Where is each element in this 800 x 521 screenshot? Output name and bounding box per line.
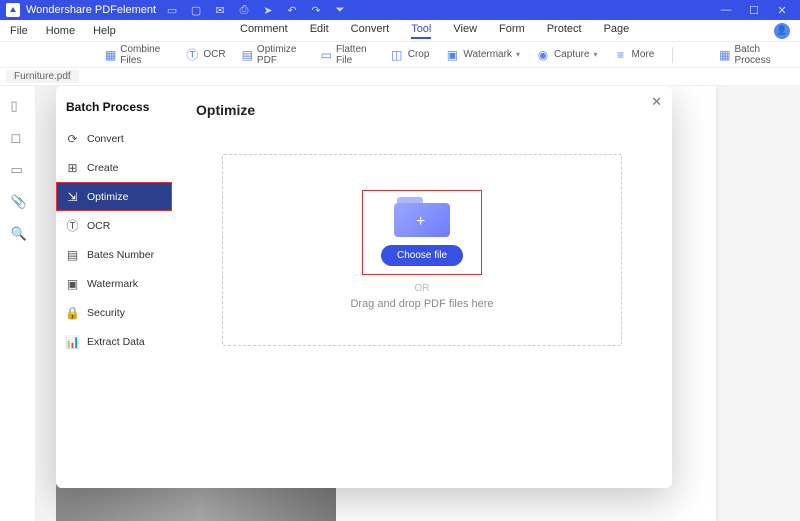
titlebar: Wondershare PDFelement ▭ ▢ ✉ ⎙ ➤ ↶ ↷ ⏷ —… <box>0 0 800 20</box>
sidebar-item-optimize[interactable]: ⇲Optimize <box>56 182 172 211</box>
optimize-icon: ▤ <box>242 48 253 62</box>
menu-home[interactable]: Home <box>46 25 75 37</box>
minimize-icon[interactable]: — <box>718 2 734 18</box>
menu-page[interactable]: Page <box>604 23 630 39</box>
left-panel: ▯ ◻ ▭ 📎 🔍 <box>0 86 36 521</box>
tool-crop[interactable]: ◫Crop <box>384 46 436 64</box>
batch-sidebar-title: Batch Process <box>56 96 172 124</box>
tool-flatten-file[interactable]: ▭Flatten File <box>315 42 380 68</box>
upload-highlight: + Choose file <box>362 190 482 275</box>
lock-icon: 🔒 <box>66 306 79 319</box>
menu-protect[interactable]: Protect <box>547 23 582 39</box>
menu-file[interactable]: File <box>10 25 28 37</box>
menubar: File Home Help Comment Edit Convert Tool… <box>0 20 800 42</box>
dropzone[interactable]: + Choose file or Drag and drop PDF files… <box>222 154 622 346</box>
undo-icon[interactable]: ↶ <box>284 2 300 18</box>
customize-icon[interactable]: ⏷ <box>332 2 348 18</box>
tool-batch-process[interactable]: ▦Batch Process <box>713 42 790 68</box>
user-avatar-icon[interactable]: 👤 <box>774 23 790 39</box>
capture-icon: ◉ <box>536 48 550 62</box>
combine-icon: ▦ <box>105 48 116 62</box>
save-icon[interactable]: ▢ <box>188 2 204 18</box>
menu-tool[interactable]: Tool <box>411 23 431 39</box>
menu-convert[interactable]: Convert <box>351 23 390 39</box>
print-icon[interactable]: ⎙ <box>236 2 252 18</box>
drag-hint: Drag and drop PDF files here <box>350 298 493 310</box>
sidebar-item-ocr[interactable]: ⓉOCR <box>56 211 172 240</box>
create-icon: ⊞ <box>66 161 79 174</box>
extract-icon: 📊 <box>66 335 79 348</box>
optimize-sidebar-icon: ⇲ <box>66 190 79 203</box>
ocr-sidebar-icon: Ⓣ <box>66 219 79 232</box>
watermark-icon: ▣ <box>445 48 459 62</box>
maximize-icon[interactable]: ☐ <box>746 2 762 18</box>
batch-icon: ▦ <box>719 48 730 62</box>
sidebar-item-create[interactable]: ⊞Create <box>56 153 172 182</box>
tool-combine-files[interactable]: ▦Combine Files <box>99 42 175 68</box>
tool-more[interactable]: ≡More <box>608 46 661 64</box>
batch-main-panel: Optimize + Choose file or Drag and drop … <box>172 86 672 488</box>
toolbar-separator <box>672 47 673 63</box>
batch-process-dialog: ✕ Batch Process ⟳Convert ⊞Create ⇲Optimi… <box>56 86 672 488</box>
tool-capture[interactable]: ◉Capture▾ <box>530 46 604 64</box>
search-icon[interactable]: 🔍 <box>11 226 25 240</box>
sidebar-item-bates[interactable]: ▤Bates Number <box>56 240 172 269</box>
comment-icon[interactable]: ▭ <box>11 162 25 176</box>
app-logo <box>6 3 20 17</box>
menu-help[interactable]: Help <box>93 25 116 37</box>
crop-icon: ◫ <box>390 48 404 62</box>
convert-icon: ⟳ <box>66 132 79 145</box>
document-tabs: Furniture.pdf <box>0 68 800 86</box>
quick-access-toolbar: ▭ ▢ ✉ ⎙ ➤ ↶ ↷ ⏷ <box>164 2 348 18</box>
document-tab[interactable]: Furniture.pdf <box>6 70 79 83</box>
more-icon: ≡ <box>614 48 628 62</box>
open-icon[interactable]: ▭ <box>164 2 180 18</box>
close-icon[interactable]: ✕ <box>774 2 790 18</box>
redo-icon[interactable]: ↷ <box>308 2 324 18</box>
watermark-sidebar-icon: ▣ <box>66 277 79 290</box>
app-name: Wondershare PDFelement <box>26 4 156 16</box>
sidebar-item-security[interactable]: 🔒Security <box>56 298 172 327</box>
mail-icon[interactable]: ✉ <box>212 2 228 18</box>
menu-edit[interactable]: Edit <box>310 23 329 39</box>
or-label: or <box>415 283 430 294</box>
bates-icon: ▤ <box>66 248 79 261</box>
document-area: D BYLLECTIVE. meet local creativesers. t… <box>36 86 800 521</box>
thumbnail-icon[interactable]: ▯ <box>11 98 25 112</box>
choose-file-button[interactable]: Choose file <box>381 245 463 266</box>
tool-watermark[interactable]: ▣Watermark▾ <box>439 46 526 64</box>
share-icon[interactable]: ➤ <box>260 2 276 18</box>
tool-optimize-pdf[interactable]: ▤Optimize PDF <box>236 42 311 68</box>
sidebar-item-convert[interactable]: ⟳Convert <box>56 124 172 153</box>
attachment-icon[interactable]: 📎 <box>11 194 25 208</box>
batch-main-title: Optimize <box>196 102 648 118</box>
sidebar-item-watermark[interactable]: ▣Watermark <box>56 269 172 298</box>
batch-sidebar: Batch Process ⟳Convert ⊞Create ⇲Optimize… <box>56 86 172 488</box>
menu-view[interactable]: View <box>453 23 477 39</box>
folder-icon: + <box>394 195 450 237</box>
tool-ocr[interactable]: ⓉOCR <box>179 46 231 64</box>
dialog-close-button[interactable]: ✕ <box>651 94 662 110</box>
ocr-icon: Ⓣ <box>185 48 199 62</box>
menu-comment[interactable]: Comment <box>240 23 288 39</box>
menu-form[interactable]: Form <box>499 23 525 39</box>
bookmark-icon[interactable]: ◻ <box>11 130 25 144</box>
sidebar-item-extract[interactable]: 📊Extract Data <box>56 327 172 356</box>
toolbar: ▦Combine Files ⓉOCR ▤Optimize PDF ▭Flatt… <box>0 42 800 68</box>
flatten-icon: ▭ <box>321 48 332 62</box>
